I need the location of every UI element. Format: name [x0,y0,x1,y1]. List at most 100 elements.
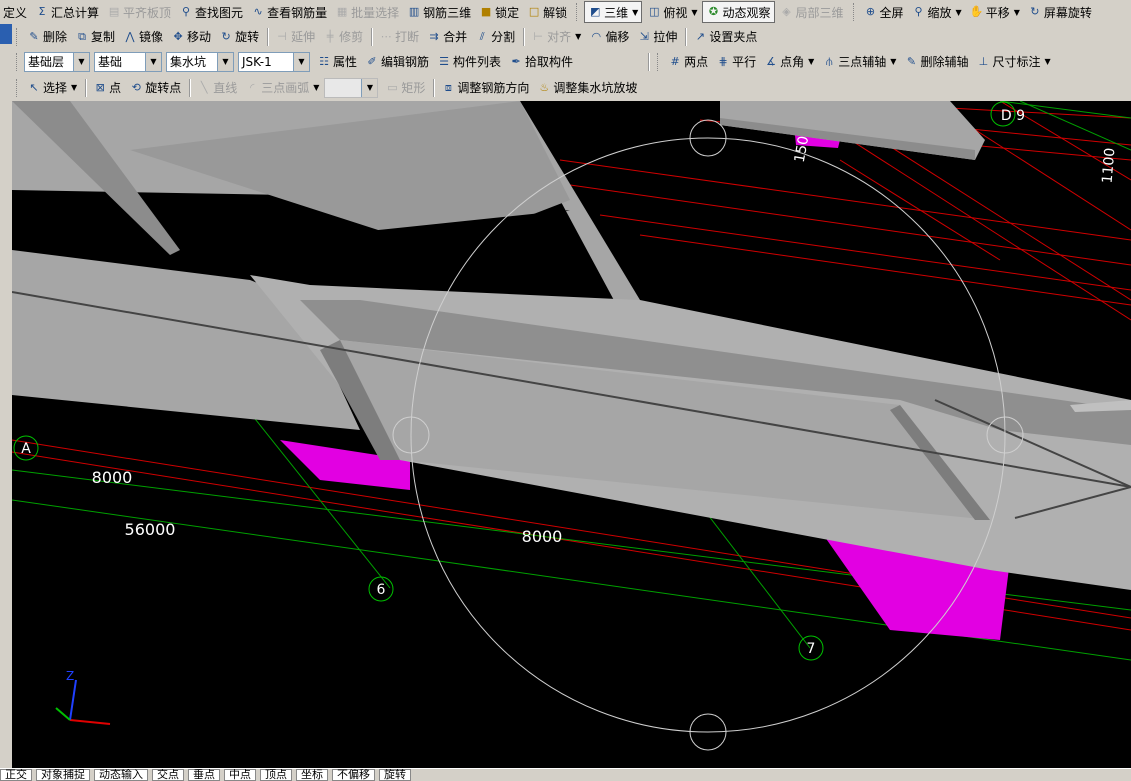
type-select-value: 集水坑 [170,55,207,69]
toolbar-grip[interactable] [576,3,580,21]
chevron-down-icon[interactable]: ▼ [217,52,233,71]
batch-select-button[interactable]: ▦ 批量选择 [332,2,402,22]
dimension-icon: ⊥ [978,54,989,68]
chevron-down-icon[interactable]: ▼ [361,78,378,97]
component-select[interactable]: JSK-1 ▼ [238,51,310,72]
full-screen-label: 全屏 [879,5,904,20]
zoom-label: 缩放 [927,5,952,20]
floor-select[interactable]: 基础层 ▼ [24,51,90,72]
break-button[interactable]: ⋯ 打断 [376,27,422,47]
edit-rebar-label: 编辑钢筋 [381,55,430,69]
point-angle-icon: ∡ [766,54,777,68]
toolbar-grip[interactable] [852,3,857,21]
edit-rebar-button[interactable]: ✐ 编辑钢筋 [362,52,432,72]
status-ortho[interactable]: 正交 [0,769,32,781]
align-button[interactable]: ⊢ 对齐 ▼ [528,27,584,47]
nav-panel-edge[interactable] [0,24,12,44]
copy-button[interactable]: ⧉ 复制 [72,27,118,47]
full-screen-button[interactable]: ⊕ 全屏 [861,2,907,22]
rotate-button[interactable]: ↻ 旋转 [216,27,262,47]
arc-icon: ◜ [250,80,255,94]
chevron-down-icon[interactable]: ▼ [293,52,309,71]
offset-button[interactable]: ◠ 偏移 [586,27,632,47]
point-angle-button[interactable]: ∡ 点角 ▼ [761,52,817,72]
rectangle-button[interactable]: ▭ 矩形 [382,78,428,98]
status-rotate[interactable]: 旋转 [379,769,411,781]
trim-button[interactable]: ╪ 修剪 [320,27,366,47]
find-element-button[interactable]: ⚲ 查找图元 [176,2,246,22]
adjust-pit-slope-button[interactable]: ♨ 调整集水坑放坡 [534,78,640,98]
three-point-arc-button[interactable]: ◜ 三点画弧 ▼ [242,78,322,98]
toolbar-grip[interactable] [16,78,20,97]
point-button[interactable]: ⊠ 点 [90,78,124,98]
status-intersection[interactable]: 交点 [152,769,184,781]
select-button[interactable]: ↖ 选择 ▼ [24,78,80,98]
move-button[interactable]: ✥ 移动 [168,27,214,47]
pick-icon: ✒ [511,54,521,68]
chevron-down-icon: ▼ [1013,7,1020,17]
set-grip-button[interactable]: ↗ 设置夹点 [690,27,760,47]
toolbar-grip[interactable] [16,52,20,71]
properties-button[interactable]: ☷ 属性 [314,52,360,72]
copy-label: 复制 [91,30,116,44]
adjust-rebar-direction-button[interactable]: ⧈ 调整钢筋方向 [438,78,532,98]
pick-component-button[interactable]: ✒ 拾取构件 [506,52,576,72]
status-coordinate[interactable]: 坐标 [296,769,328,781]
grip-point-icon: ↗ [695,29,705,43]
type-select[interactable]: 集水坑 ▼ [166,51,234,72]
unlock-button[interactable]: □ 解锁 [524,2,570,22]
status-dynamic-input[interactable]: 动态输入 [94,769,148,781]
summary-calc-button[interactable]: Σ 汇总计算 [32,2,102,22]
stretch-button[interactable]: ⇲ 拉伸 [634,27,680,47]
dynamic-orbit-button[interactable]: ✪ 动态观察 [702,1,775,23]
view-rebar-amount-button[interactable]: ∿ 查看钢筋量 [248,2,330,22]
flush-slab-top-button[interactable]: ▤ 平齐板顶 [104,2,174,22]
lock-button[interactable]: ■ 锁定 [476,2,522,22]
top-view-button[interactable]: ◫ 俯视 ▼ [644,2,700,22]
3d-scene[interactable]: A 6 7 D 9 8000 56000 8000 150 1100 Z [12,101,1131,768]
local-3d-button[interactable]: ◈ 局部三维 [777,2,847,22]
line-label: 直线 [213,81,238,95]
status-vertex[interactable]: 顶点 [260,769,292,781]
status-perpendicular[interactable]: 垂点 [188,769,220,781]
rebar-3d-button[interactable]: ▥ 钢筋三维 [404,2,474,22]
delete-axis-button[interactable]: ✎ 删除辅轴 [901,52,971,72]
trim-icon: ╪ [326,29,334,43]
chevron-down-icon[interactable]: ▼ [145,52,161,71]
split-button[interactable]: ⫽ 分割 [472,27,518,47]
merge-button[interactable]: ⇉ 合并 [424,27,470,47]
component-list-button[interactable]: ☰ 构件列表 [434,52,504,72]
chevron-down-icon[interactable]: ▼ [73,52,89,71]
line-button[interactable]: ╲ 直线 [194,78,240,98]
toolbar-grip[interactable] [657,52,661,71]
flush-slab-top-label: 平齐板顶 [123,5,172,20]
pan-button[interactable]: ✋ 平移 ▼ [967,2,1023,22]
parallel-axis-button[interactable]: ⋕ 平行 [713,52,759,72]
mirror-button[interactable]: ⋀ 镜像 [120,27,166,47]
arc-mode-select[interactable]: ▼ [324,77,379,98]
status-no-offset[interactable]: 不偏移 [332,769,375,781]
extend-button[interactable]: ⊣ 延伸 [272,27,318,47]
status-object-snap[interactable]: 对象捕捉 [36,769,90,781]
category-select[interactable]: 基础 ▼ [94,51,162,72]
split-label: 分割 [491,30,516,44]
pan-label: 平移 [985,5,1010,20]
dimension-8000-center: 8000 [522,527,563,546]
toolbar-grip[interactable] [16,27,20,46]
3d-viewport[interactable]: A 6 7 D 9 8000 56000 8000 150 1100 Z [12,101,1131,768]
zoom-button[interactable]: ⚲ 缩放 ▼ [909,2,965,22]
two-point-axis-button[interactable]: # 两点 [665,52,711,72]
dimension-button[interactable]: ⊥ 尺寸标注 ▼ [973,52,1053,72]
view-3d-dropdown[interactable]: ◩ 三维 ▼ [584,1,643,23]
rotate-point-label: 旋转点 [145,81,182,95]
extend-label: 延伸 [291,30,316,44]
three-point-axis-button[interactable]: ⫛ 三点辅轴 ▼ [819,52,899,72]
align-label: 对齐 [547,30,572,44]
delete-button[interactable]: ✎ 删除 [24,27,70,47]
rotate-point-button[interactable]: ⟲ 旋转点 [126,78,184,98]
screen-rotate-button[interactable]: ↻ 屏幕旋转 [1025,2,1095,22]
status-bar: 正交 对象捕捉 动态输入 交点 垂点 中点 顶点 坐标 不偏移 旋转 [0,768,1131,781]
rebar-icon: ∿ [253,5,263,18]
menu-define[interactable]: 定义 [0,2,30,22]
status-midpoint[interactable]: 中点 [224,769,256,781]
